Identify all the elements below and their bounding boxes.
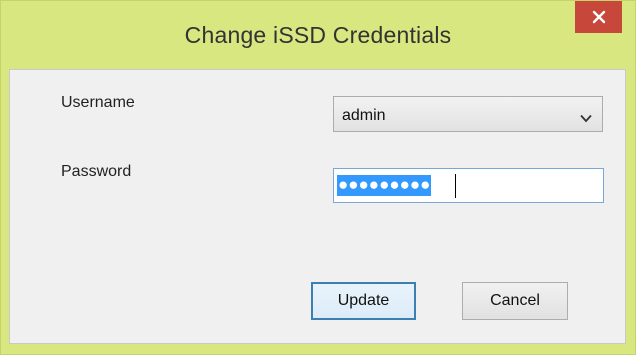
dialog-title: Change iSSD Credentials bbox=[184, 22, 452, 48]
close-icon bbox=[592, 10, 605, 24]
username-label: Username bbox=[61, 94, 135, 111]
password-selected-text: ●●●●●●●●● bbox=[337, 175, 432, 196]
username-dropdown[interactable]: admin bbox=[333, 96, 603, 132]
password-label: Password bbox=[61, 163, 132, 180]
dialog-body: Username admin Password ●●●●●●●●● Update… bbox=[9, 69, 626, 344]
cancel-button[interactable]: Cancel bbox=[462, 282, 568, 320]
password-field[interactable]: ●●●●●●●●● bbox=[333, 168, 604, 203]
username-value: admin bbox=[342, 107, 386, 124]
text-caret bbox=[455, 174, 456, 198]
close-button[interactable] bbox=[575, 1, 622, 33]
dialog-window: Change iSSD Credentials Username admin P… bbox=[0, 0, 636, 355]
title-bar[interactable]: Change iSSD Credentials bbox=[1, 1, 635, 69]
chevron-down-icon bbox=[580, 110, 592, 128]
update-button[interactable]: Update bbox=[311, 282, 416, 320]
